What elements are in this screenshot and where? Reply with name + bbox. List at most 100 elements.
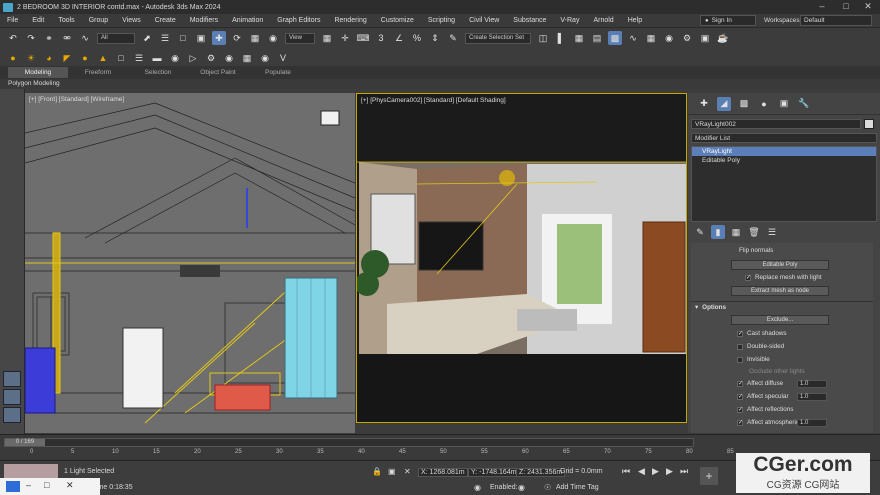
- extract-mesh-button[interactable]: Extract mesh as node: [731, 286, 829, 296]
- play-icon[interactable]: ▶: [652, 466, 659, 477]
- ribbon-tab-freeform[interactable]: Freeform: [68, 69, 128, 76]
- menu-item-graph-editors[interactable]: Graph Editors: [270, 17, 327, 24]
- minimize-icon[interactable]: –: [810, 0, 834, 14]
- material-editor-icon[interactable]: ◉: [662, 31, 676, 45]
- vray-material-icon[interactable]: ◉: [222, 51, 236, 65]
- layer-explorer-icon[interactable]: ▤: [590, 31, 604, 45]
- affect-atmospherics-checkbox[interactable]: ✓: [737, 419, 743, 426]
- selection-filter-select[interactable]: All: [97, 32, 135, 44]
- menu-item-civil-view[interactable]: Civil View: [462, 17, 506, 24]
- vray-logo-icon[interactable]: V: [276, 51, 290, 65]
- stack-item-vraylight[interactable]: VRayLight: [692, 147, 876, 156]
- pin-stack-icon[interactable]: ✎: [693, 225, 707, 239]
- ribbon-tab-modeling[interactable]: Modeling: [8, 67, 68, 78]
- invisible-checkbox[interactable]: [737, 356, 743, 363]
- display-tab-icon[interactable]: ▣: [777, 97, 791, 111]
- utilities-tab-icon[interactable]: 🔧: [797, 97, 811, 111]
- render-production-icon[interactable]: ☕: [716, 31, 730, 45]
- taskbar-app-icon[interactable]: [6, 481, 20, 492]
- invisible-check[interactable]: Invisible: [737, 356, 770, 363]
- time-slider[interactable]: 0 / 169: [4, 438, 694, 447]
- go-to-start-icon[interactable]: ⏮: [622, 466, 630, 477]
- vray-light-icon[interactable]: ●: [6, 51, 20, 65]
- vray-plane-icon[interactable]: ▬: [150, 51, 164, 65]
- vray-proxy-icon[interactable]: □: [114, 51, 128, 65]
- double-sided-check[interactable]: Double-sided: [737, 343, 784, 350]
- scene-explorer-icon[interactable]: ▦: [572, 31, 586, 45]
- layer-explorer-tab-icon[interactable]: [3, 389, 21, 405]
- affect-reflections-checkbox[interactable]: ✓: [737, 406, 743, 413]
- scene-explorer-tab-icon[interactable]: [3, 371, 21, 387]
- workspace-select[interactable]: Default: [800, 15, 872, 26]
- menu-item-arnold[interactable]: Arnold: [586, 17, 620, 24]
- add-key-icon[interactable]: +: [700, 467, 718, 485]
- adaptive-degradation-icon[interactable]: ◉: [474, 483, 481, 492]
- options-rollout-header[interactable]: ▾ Options: [695, 304, 726, 311]
- ribbon-toggle-icon[interactable]: ▩: [608, 31, 622, 45]
- menu-item-rendering[interactable]: Rendering: [327, 17, 373, 24]
- select-by-name-icon[interactable]: ☰: [158, 31, 172, 45]
- cast-shadows-checkbox[interactable]: ✓: [737, 330, 743, 337]
- menu-item-create[interactable]: Create: [148, 17, 183, 24]
- mirror-icon[interactable]: ◫: [536, 31, 550, 45]
- container-explorer-tab-icon[interactable]: [3, 407, 21, 423]
- ribbon-tab-populate[interactable]: Populate: [248, 69, 308, 76]
- menu-item-modifiers[interactable]: Modifiers: [183, 17, 225, 24]
- close-icon[interactable]: ✕: [856, 0, 880, 14]
- menu-item-substance[interactable]: Substance: [506, 17, 553, 24]
- lock-selection-icon[interactable]: 🔒: [372, 467, 382, 476]
- cast-shadows-check[interactable]: ✓ Cast shadows: [737, 330, 787, 337]
- maximize-icon[interactable]: □: [834, 0, 858, 14]
- remove-modifier-icon[interactable]: 🗑: [747, 225, 761, 239]
- link-icon[interactable]: ⚭: [42, 31, 56, 45]
- rendered-frame-icon[interactable]: ▣: [698, 31, 712, 45]
- vray-sphere-icon[interactable]: ◉: [168, 51, 182, 65]
- affect-diffuse-check[interactable]: ✓ Affect diffuse: [737, 380, 783, 387]
- configure-modifier-sets-icon[interactable]: ☰: [765, 225, 779, 239]
- double-sided-checkbox[interactable]: [737, 343, 743, 350]
- affect-specular-checkbox[interactable]: ✓: [737, 393, 743, 400]
- menu-item-scripting[interactable]: Scripting: [421, 17, 462, 24]
- time-tag-icon[interactable]: ☉: [544, 483, 551, 492]
- menu-item-customize[interactable]: Customize: [374, 17, 421, 24]
- y-coordinate-field[interactable]: Y: -1748.164m: [468, 468, 520, 477]
- object-color-swatch[interactable]: [864, 119, 874, 129]
- time-slider-knob[interactable]: 0 / 169: [5, 439, 45, 446]
- camera-viewport-label[interactable]: [+] [PhysCamera002] [Standard] [Default …: [361, 97, 506, 104]
- menu-item-file[interactable]: File: [0, 17, 25, 24]
- exclude-button[interactable]: Exclude...: [731, 315, 829, 325]
- menu-item-v-ray[interactable]: V-Ray: [553, 17, 586, 24]
- z-coordinate-field[interactable]: Z: 2431.356m: [516, 468, 566, 477]
- vray-sun-icon[interactable]: ☀: [24, 51, 38, 65]
- show-end-result-icon[interactable]: ▮: [711, 225, 725, 239]
- vray-mesh-light-icon[interactable]: ▲: [96, 51, 110, 65]
- vray-render-icon[interactable]: ◉: [258, 51, 272, 65]
- named-selection-icon[interactable]: ✎: [446, 31, 460, 45]
- affect-atmospherics-spinner[interactable]: 1.0: [797, 419, 827, 427]
- select-object-icon[interactable]: ⬈: [140, 31, 154, 45]
- affect-atmospherics-check[interactable]: ✓ Affect atmospherics: [737, 419, 802, 426]
- previous-frame-icon[interactable]: ◀: [638, 466, 645, 477]
- menu-item-group[interactable]: Group: [82, 17, 115, 24]
- taskbar-restore-icon[interactable]: □: [44, 480, 49, 490]
- menu-item-animation[interactable]: Animation: [225, 17, 270, 24]
- taskbar-minimize-icon[interactable]: –: [26, 480, 31, 490]
- pivot-center-icon[interactable]: ▦: [320, 31, 334, 45]
- create-tab-icon[interactable]: ✚: [697, 97, 711, 111]
- keyboard-shortcut-icon[interactable]: ⌨: [356, 31, 370, 45]
- vray-ies-icon[interactable]: ◤: [60, 51, 74, 65]
- add-time-tag[interactable]: Add Time Tag: [556, 484, 599, 491]
- vray-scene-converter-icon[interactable]: ⚙: [204, 51, 218, 65]
- next-frame-icon[interactable]: ▶: [666, 466, 673, 477]
- menu-item-edit[interactable]: Edit: [25, 17, 51, 24]
- occlude-lights-check[interactable]: Occlude other lights: [749, 368, 805, 375]
- percent-snap-icon[interactable]: %: [410, 31, 424, 45]
- front-viewport-label[interactable]: [+] [Front] [Standard] [Wireframe]: [29, 96, 124, 103]
- menu-item-help[interactable]: Help: [621, 17, 649, 24]
- replace-mesh-checkbox[interactable]: ✓: [745, 274, 751, 281]
- isolate-selection-icon[interactable]: ▣: [388, 467, 396, 476]
- unlink-icon[interactable]: ⚮: [60, 31, 74, 45]
- vray-sphere-light-icon[interactable]: ●: [78, 51, 92, 65]
- select-rotate-icon[interactable]: ⟳: [230, 31, 244, 45]
- rect-selection-icon[interactable]: □: [176, 31, 190, 45]
